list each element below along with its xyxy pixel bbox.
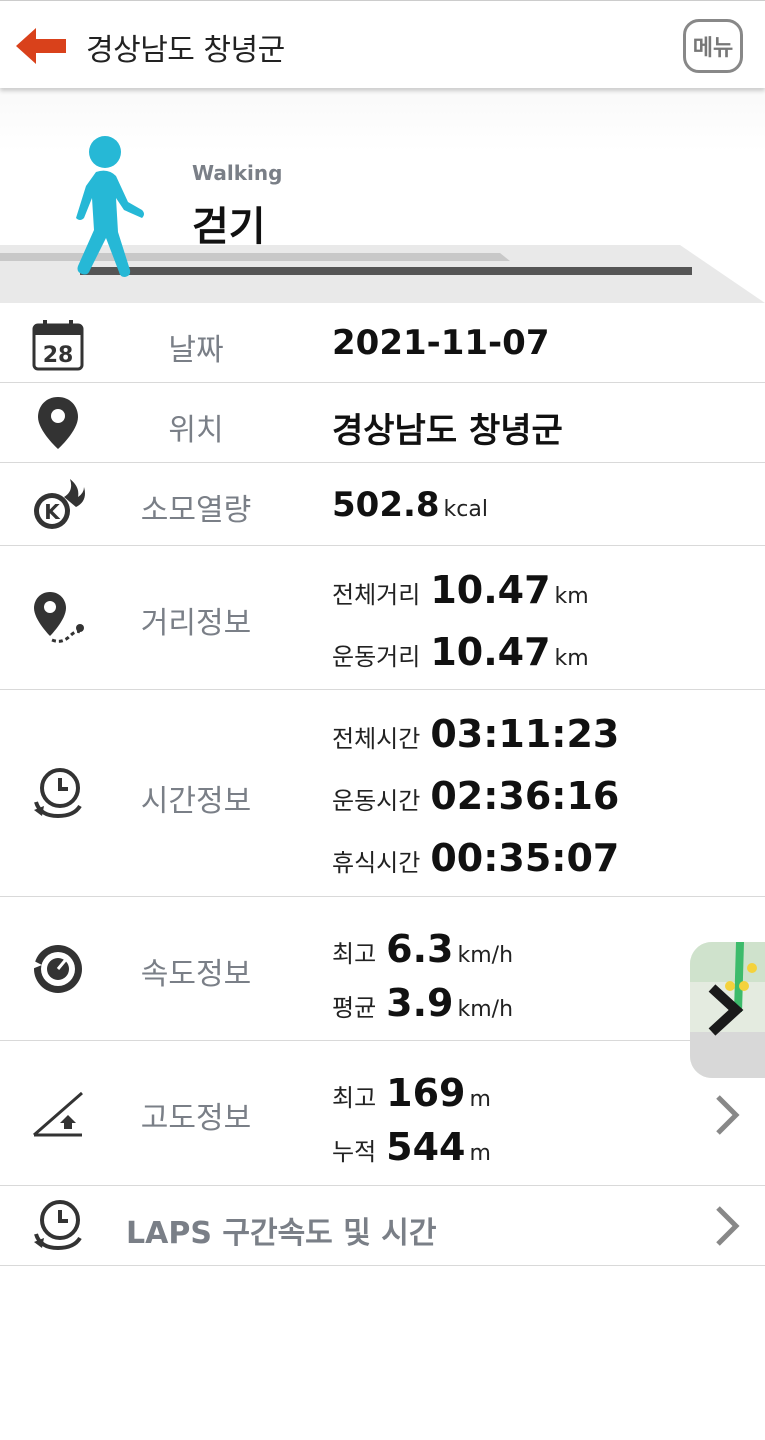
total-time-value: 03:11:23 xyxy=(430,712,620,756)
moving-time-line: 운동시간 02:36:16 xyxy=(332,774,619,818)
distance-label: 거리정보 xyxy=(140,606,252,641)
back-button[interactable] xyxy=(12,23,72,69)
map-preview-image xyxy=(690,942,765,1078)
activity-banner: Walking 걷기 xyxy=(0,88,765,303)
moving-distance-value: 10.47 xyxy=(430,630,551,674)
max-altitude-line: 최고 169 m xyxy=(332,1071,491,1115)
avg-speed-line: 평균 3.9 km/h xyxy=(332,981,513,1025)
avg-speed-unit: km/h xyxy=(457,997,514,1022)
altitude-row[interactable]: 고도정보 최고 169 m 누적 544 m xyxy=(0,1041,765,1186)
total-time-line: 전체시간 03:11:23 xyxy=(332,712,619,756)
max-speed-line: 최고 6.3 km/h xyxy=(332,927,513,971)
moving-time-value: 02:36:16 xyxy=(430,774,620,818)
map-thumbnail-button[interactable] xyxy=(690,942,765,1078)
calories-value-wrap: 502.8 kcal xyxy=(332,485,488,525)
altitude-label: 고도정보 xyxy=(140,1101,252,1136)
speedometer-icon xyxy=(32,945,82,993)
clock-icon xyxy=(34,1200,82,1251)
calorie-flame-icon: K xyxy=(34,479,85,529)
altitude-slope-icon xyxy=(33,1091,83,1137)
calories-label: 소모열량 xyxy=(140,493,252,528)
calories-row: K 소모열량 502.8 kcal xyxy=(0,463,765,546)
total-distance-value: 10.47 xyxy=(430,568,551,612)
distance-row: 거리정보 전체거리 10.47 km 운동거리 10.47 km xyxy=(0,546,765,690)
max-altitude-unit: m xyxy=(469,1087,491,1112)
max-speed-value: 6.3 xyxy=(386,927,454,971)
map-pin-icon xyxy=(38,397,78,449)
walking-person-icon xyxy=(76,136,144,277)
time-label: 시간정보 xyxy=(140,784,252,819)
clock-icon xyxy=(34,768,82,819)
rest-time-label: 휴식시간 xyxy=(332,849,421,877)
total-distance-line: 전체거리 10.47 km xyxy=(332,568,589,612)
activity-type-en: Walking xyxy=(192,161,283,185)
max-speed-label: 최고 xyxy=(332,940,377,968)
total-distance-label: 전체거리 xyxy=(332,581,421,609)
chevron-right-icon xyxy=(716,1206,740,1246)
laps-row[interactable]: LAPS 구간속도 및 시간 xyxy=(0,1186,765,1266)
total-altitude-line: 누적 544 m xyxy=(332,1125,491,1169)
speed-label: 속도정보 xyxy=(140,957,252,992)
time-row: 시간정보 전체시간 03:11:23 운동시간 02:36:16 휴식시간 00… xyxy=(0,690,765,897)
speed-row: 속도정보 최고 6.3 km/h 평균 3.9 km/h xyxy=(0,897,765,1041)
max-altitude-label: 최고 xyxy=(332,1084,377,1112)
total-altitude-unit: m xyxy=(469,1141,491,1166)
arrow-left-icon xyxy=(16,28,66,64)
total-time-label: 전체시간 xyxy=(332,725,421,753)
location-row: 위치 경상남도 창녕군 xyxy=(0,383,765,463)
app-header: 경상남도 창녕군 메뉴 xyxy=(0,0,765,88)
rest-time-line: 휴식시간 00:35:07 xyxy=(332,836,619,880)
total-altitude-value: 544 xyxy=(386,1125,466,1169)
location-label: 위치 xyxy=(168,413,224,448)
max-speed-unit: km/h xyxy=(457,943,514,968)
svg-text:K: K xyxy=(44,500,61,524)
date-row: 28 날짜 2021-11-07 xyxy=(0,303,765,383)
rest-time-value: 00:35:07 xyxy=(430,836,620,880)
calories-unit: kcal xyxy=(443,497,488,522)
date-label: 날짜 xyxy=(168,333,224,368)
moving-distance-line: 운동거리 10.47 km xyxy=(332,630,589,674)
calories-value: 502.8 xyxy=(332,485,440,525)
moving-time-label: 운동시간 xyxy=(332,787,421,815)
chevron-right-icon xyxy=(716,1095,740,1135)
avg-speed-value: 3.9 xyxy=(386,981,454,1025)
calendar-icon: 28 xyxy=(32,320,84,371)
activity-type-ko: 걷기 xyxy=(192,204,266,250)
location-value: 경상남도 창녕군 xyxy=(332,411,563,451)
date-value: 2021-11-07 xyxy=(332,323,550,363)
total-distance-unit: km xyxy=(554,584,589,609)
total-altitude-label: 누적 xyxy=(332,1138,377,1166)
svg-text:28: 28 xyxy=(43,343,74,368)
avg-speed-label: 평균 xyxy=(332,994,377,1022)
moving-distance-unit: km xyxy=(554,646,589,671)
page-title: 경상남도 창녕군 xyxy=(86,33,285,68)
menu-button[interactable]: 메뉴 xyxy=(683,19,743,73)
route-pin-icon xyxy=(34,592,84,643)
moving-distance-label: 운동거리 xyxy=(332,643,421,671)
laps-label: LAPS 구간속도 및 시간 xyxy=(126,1216,437,1251)
max-altitude-value: 169 xyxy=(386,1071,466,1115)
